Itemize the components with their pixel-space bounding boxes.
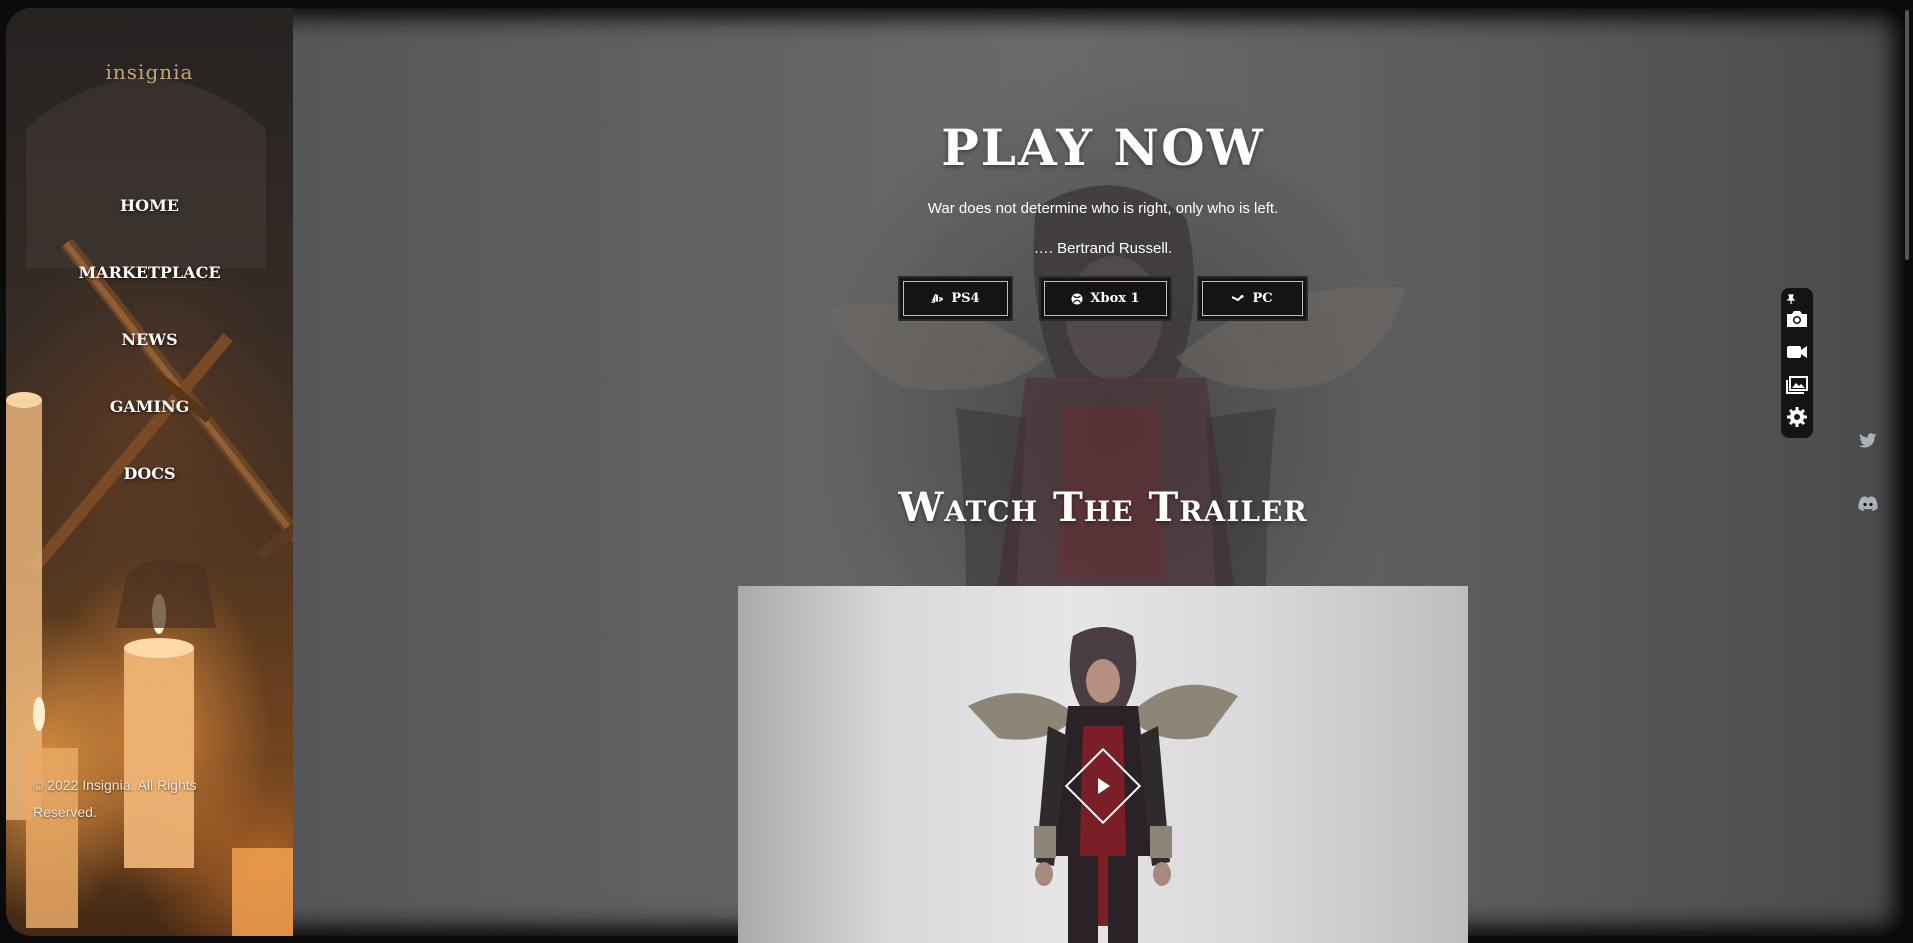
sidebar: insignia HOME MARKETPLACE NEWS GAMING DO…	[6, 8, 293, 936]
trailer-video[interactable]	[738, 586, 1468, 943]
nav-gaming[interactable]: GAMING	[6, 395, 293, 462]
playstation-icon	[931, 293, 944, 304]
gallery-icon[interactable]	[1786, 374, 1808, 396]
capture-toolbar	[1781, 288, 1813, 438]
settings-icon[interactable]	[1786, 406, 1808, 428]
sidebar-nav: HOME MARKETPLACE NEWS GAMING DOCS	[6, 194, 293, 529]
video-camera-icon[interactable]	[1786, 341, 1808, 363]
nav-marketplace[interactable]: MARKETPLACE	[6, 261, 293, 328]
camera-icon[interactable]	[1786, 308, 1808, 330]
nav-home[interactable]: HOME	[6, 194, 293, 261]
trailer-heading: Watch The Trailer	[898, 484, 1308, 531]
copyright-text: © 2022 Insignia. All Rights Reserved.	[33, 777, 197, 820]
nav-docs[interactable]: DOCS	[6, 462, 293, 529]
ps4-button[interactable]: PS4	[898, 276, 1013, 321]
insignia-logo[interactable]: insignia	[6, 60, 293, 84]
hero-quote: War does not determine who is right, onl…	[927, 200, 1279, 217]
pc-label: PC	[1252, 291, 1273, 306]
page-title: PLAY NOW	[941, 118, 1265, 177]
xbox-button[interactable]: Xbox 1	[1039, 276, 1172, 321]
discord-icon[interactable]	[1857, 492, 1879, 514]
scrollbar[interactable]	[1905, 10, 1909, 260]
nav-news[interactable]: NEWS	[6, 328, 293, 395]
twitter-icon[interactable]	[1857, 429, 1879, 451]
steam-icon	[1232, 294, 1245, 303]
ps4-label: PS4	[951, 291, 980, 306]
xbox-icon	[1071, 293, 1083, 305]
pc-button[interactable]: PC	[1197, 276, 1308, 321]
play-button[interactable]	[1061, 744, 1145, 828]
xbox-label: Xbox 1	[1090, 291, 1140, 306]
hero-quote-author: …. Bertrand Russell.	[1033, 240, 1173, 257]
play-icon	[1064, 747, 1142, 825]
pin-icon[interactable]	[1784, 292, 1798, 306]
